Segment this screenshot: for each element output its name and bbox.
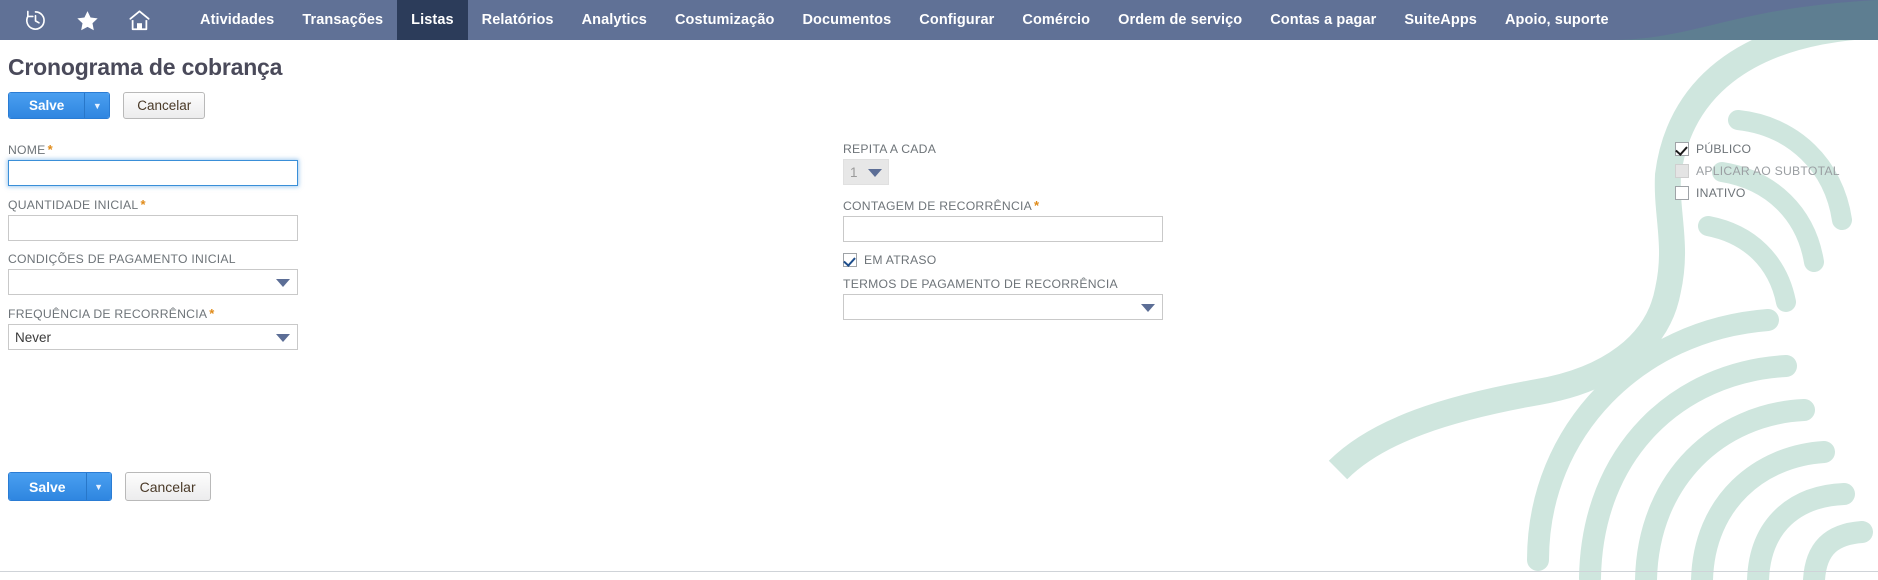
select-value: 1 bbox=[850, 165, 858, 180]
checkbox-label: INATIVO bbox=[1696, 186, 1746, 200]
netsuite-page: Atividades Transações Listas Relatórios … bbox=[0, 0, 1878, 580]
checkbox-box[interactable] bbox=[1675, 186, 1689, 200]
main-navigation-bar: Atividades Transações Listas Relatórios … bbox=[0, 0, 1878, 40]
nav-item-label: Costumização bbox=[674, 12, 775, 28]
checkbox-publico[interactable]: PÚBLICO bbox=[1675, 142, 1875, 156]
nav-item-label: Configurar bbox=[919, 12, 995, 28]
nav-item-label: Atividades bbox=[200, 12, 275, 28]
chevron-down-icon bbox=[1141, 304, 1155, 312]
checkbox-inativo[interactable]: INATIVO bbox=[1675, 186, 1875, 200]
save-dropdown-caret-icon[interactable]: ▼ bbox=[84, 93, 110, 118]
nav-item-contas-a-pagar[interactable]: Contas a pagar bbox=[1256, 0, 1390, 40]
checkbox-em-atraso[interactable]: EM ATRASO bbox=[843, 253, 1163, 267]
nav-item-label: Transações bbox=[302, 12, 384, 28]
nav-item-atividades[interactable]: Atividades bbox=[186, 0, 288, 40]
field-quantidade-inicial: QUANTIDADE INICIAL * bbox=[8, 197, 298, 241]
nav-item-transacoes[interactable]: Transações bbox=[288, 0, 397, 40]
page-title: Cronograma de cobrança bbox=[8, 54, 283, 80]
form-area: NOME * QUANTIDADE INICIAL * CONDIÇÕES DE P… bbox=[0, 142, 1878, 472]
page-content: Cronograma de cobrança Salve ▼ Cancelar … bbox=[0, 40, 1878, 501]
field-condicoes-de-pagamento-inicial: CONDIÇÕES DE PAGAMENTO INICIAL bbox=[8, 252, 298, 295]
checkbox-label: PÚBLICO bbox=[1696, 142, 1752, 156]
chevron-down-icon bbox=[276, 334, 290, 342]
checkbox-aplicar-ao-subtotal: APLICAR AO SUBTOTAL bbox=[1675, 164, 1875, 178]
field-label-frequencia-de-recorrencia: FREQUÊNCIA DE RECORRÊNCIA * bbox=[8, 306, 298, 321]
nav-item-label: Ordem de serviço bbox=[1118, 12, 1243, 28]
navbar-menu: Atividades Transações Listas Relatórios … bbox=[186, 0, 1623, 40]
nav-item-costumizacao[interactable]: Costumização bbox=[661, 0, 789, 40]
field-label-nome: NOME * bbox=[8, 142, 298, 157]
label-text: QUANTIDADE INICIAL bbox=[8, 198, 139, 212]
save-button-label: Salve bbox=[9, 473, 86, 500]
nome-input[interactable] bbox=[8, 160, 298, 186]
form-column-right: PÚBLICO APLICAR AO SUBTOTAL INATIVO bbox=[1675, 142, 1875, 208]
cancel-button-top[interactable]: Cancelar bbox=[123, 92, 206, 119]
checkbox-box[interactable] bbox=[1675, 142, 1689, 156]
nav-item-relatorios[interactable]: Relatórios bbox=[468, 0, 568, 40]
checkbox-box[interactable] bbox=[843, 253, 857, 267]
nav-item-label: Contas a pagar bbox=[1270, 12, 1377, 28]
label-text: NOME bbox=[8, 143, 46, 157]
recent-history-icon[interactable] bbox=[22, 7, 48, 33]
termos-de-pagamento-de-recorrencia-select[interactable] bbox=[843, 294, 1163, 320]
checkbox-label: APLICAR AO SUBTOTAL bbox=[1696, 164, 1840, 178]
nav-item-listas[interactable]: Listas bbox=[397, 0, 468, 40]
label-text: FREQUÊNCIA DE RECORRÊNCIA bbox=[8, 307, 208, 321]
contagem-de-recorrencia-input[interactable] bbox=[843, 216, 1163, 242]
chevron-down-icon bbox=[276, 279, 290, 287]
nav-item-label: Relatórios bbox=[481, 12, 554, 28]
navbar-icon-group bbox=[0, 0, 152, 40]
save-button-label: Salve bbox=[9, 93, 85, 118]
nav-item-label: Apoio, suporte bbox=[1504, 12, 1609, 28]
nav-item-suiteapps[interactable]: SuiteApps bbox=[1390, 0, 1491, 40]
frequencia-de-recorrencia-select[interactable]: Never bbox=[8, 324, 298, 350]
nav-item-label: Documentos bbox=[802, 12, 892, 28]
quantidade-inicial-input[interactable] bbox=[8, 215, 298, 241]
nav-item-configurar[interactable]: Configurar bbox=[905, 0, 1008, 40]
favorites-star-icon[interactable] bbox=[74, 7, 100, 33]
field-label-contagem-de-recorrencia: CONTAGEM DE RECORRÊNCIA * bbox=[843, 198, 1163, 213]
form-column-middle: REPITA A CADA 1 CONTAGEM DE RECORRÊNCIA *… bbox=[843, 142, 1163, 331]
top-toolbar: Salve ▼ Cancelar bbox=[0, 81, 1878, 119]
required-asterisk: * bbox=[140, 197, 146, 212]
field-label-quantidade-inicial: QUANTIDADE INICIAL * bbox=[8, 197, 298, 212]
nav-item-analytics[interactable]: Analytics bbox=[568, 0, 661, 40]
cancel-button-bottom[interactable]: Cancelar bbox=[124, 472, 211, 501]
checkbox-label: EM ATRASO bbox=[864, 253, 937, 267]
required-asterisk: * bbox=[209, 306, 215, 321]
condicoes-de-pagamento-inicial-select[interactable] bbox=[8, 269, 298, 295]
field-contagem-de-recorrencia: CONTAGEM DE RECORRÊNCIA * bbox=[843, 198, 1163, 242]
field-label-termos-de-pagamento-de-recorrencia: TERMOS DE PAGAMENTO DE RECORRÊNCIA bbox=[843, 277, 1118, 291]
nav-item-ordem-de-servico[interactable]: Ordem de serviço bbox=[1104, 0, 1256, 40]
field-label-repita-a-cada: REPITA A CADA bbox=[843, 142, 937, 156]
nav-item-documentos[interactable]: Documentos bbox=[788, 0, 905, 40]
bottom-toolbar: Salve ▼ Cancelar bbox=[0, 472, 1878, 501]
nav-item-label: Listas bbox=[411, 12, 454, 28]
select-value: Never bbox=[15, 330, 52, 345]
checkbox-box bbox=[1675, 164, 1689, 178]
label-text: CONTAGEM DE RECORRÊNCIA bbox=[843, 199, 1033, 213]
nav-item-apoio-suporte[interactable]: Apoio, suporte bbox=[1491, 0, 1623, 40]
save-dropdown-caret-icon[interactable]: ▼ bbox=[85, 473, 111, 500]
field-frequencia-de-recorrencia: FREQUÊNCIA DE RECORRÊNCIA * Never bbox=[8, 306, 298, 350]
save-button-bottom[interactable]: Salve ▼ bbox=[8, 472, 112, 501]
field-repita-a-cada: REPITA A CADA 1 bbox=[843, 142, 1163, 185]
chevron-down-icon bbox=[868, 169, 882, 177]
field-nome: NOME * bbox=[8, 142, 298, 186]
nav-item-label: SuiteApps bbox=[1404, 12, 1477, 28]
required-asterisk: * bbox=[47, 142, 53, 157]
nav-item-label: Comércio bbox=[1022, 12, 1091, 28]
footer-divider bbox=[0, 571, 1878, 572]
required-asterisk: * bbox=[1034, 198, 1040, 213]
nav-item-comercio[interactable]: Comércio bbox=[1008, 0, 1104, 40]
repita-a-cada-select[interactable]: 1 bbox=[843, 159, 889, 185]
form-column-left: NOME * QUANTIDADE INICIAL * CONDIÇÕES DE P… bbox=[8, 142, 298, 361]
home-icon[interactable] bbox=[126, 7, 152, 33]
field-label-condicoes-de-pagamento-inicial: CONDIÇÕES DE PAGAMENTO INICIAL bbox=[8, 252, 236, 266]
nav-item-label: Analytics bbox=[581, 12, 647, 28]
save-button-top[interactable]: Salve ▼ bbox=[8, 92, 111, 119]
field-termos-de-pagamento-de-recorrencia: TERMOS DE PAGAMENTO DE RECORRÊNCIA bbox=[843, 277, 1163, 320]
